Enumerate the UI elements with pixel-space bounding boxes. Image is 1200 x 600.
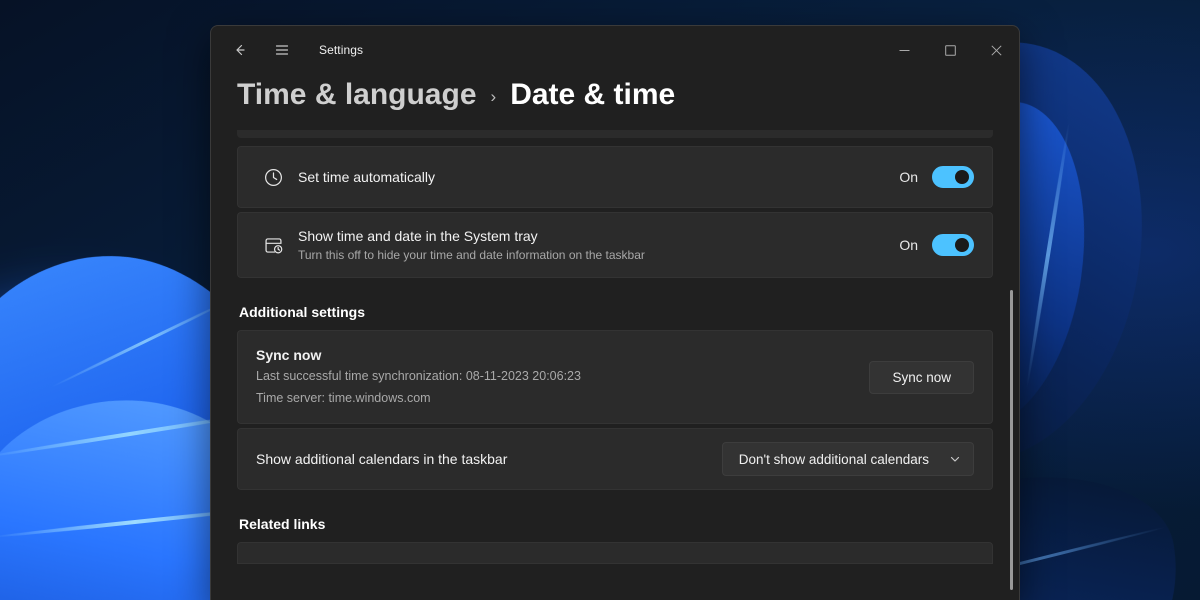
setting-title: Set time automatically [298, 168, 899, 187]
partial-card-above [237, 130, 993, 138]
sync-now-card: Sync now Last successful time synchroniz… [237, 330, 993, 424]
breadcrumb: Time & language › Date & time [211, 74, 1019, 130]
toggle-knob [955, 238, 969, 252]
app-title: Settings [319, 43, 363, 57]
additional-calendars-dropdown[interactable]: Don't show additional calendars [722, 442, 974, 476]
additional-calendars-label: Show additional calendars in the taskbar [256, 451, 507, 467]
toggle-state-label: On [899, 169, 918, 185]
toggle-show-time-system-tray[interactable] [932, 234, 974, 256]
sync-last-synchronization: Last successful time synchronization: 08… [256, 367, 869, 385]
toggle-state-label: On [899, 237, 918, 253]
setting-title: Show time and date in the System tray [298, 227, 899, 246]
toggle-knob [955, 170, 969, 184]
setting-subtitle: Turn this off to hide your time and date… [298, 247, 899, 264]
toggle-group: On [899, 234, 974, 256]
page-title: Date & time [510, 78, 675, 112]
back-arrow-icon[interactable] [223, 34, 257, 66]
window-controls [881, 26, 1019, 74]
breadcrumb-separator-icon: › [491, 87, 497, 107]
additional-calendars-row: Show additional calendars in the taskbar… [237, 428, 993, 490]
clock-icon [256, 167, 290, 188]
sync-title: Sync now [256, 347, 869, 363]
calendar-clock-icon [256, 235, 290, 256]
settings-content: Set time automatically On Show time [211, 130, 1019, 596]
sync-now-button[interactable]: Sync now [869, 361, 974, 394]
sync-time-server: Time server: time.windows.com [256, 389, 869, 407]
section-heading-related-links: Related links [239, 516, 993, 532]
hamburger-menu-icon[interactable] [265, 34, 299, 66]
chevron-down-icon [949, 453, 961, 465]
sync-info: Sync now Last successful time synchroniz… [256, 347, 869, 407]
content-scrollbar[interactable] [1010, 290, 1013, 590]
setting-row-text: Show time and date in the System tray Tu… [298, 227, 899, 264]
dropdown-selected-value: Don't show additional calendars [739, 452, 929, 467]
settings-window: Settings Time & language › Date & time [210, 25, 1020, 600]
title-bar: Settings [211, 26, 1019, 74]
minimize-icon[interactable] [881, 26, 927, 74]
setting-row-text: Set time automatically [298, 168, 899, 187]
toggle-group: On [899, 166, 974, 188]
close-icon[interactable] [973, 26, 1019, 74]
related-links-card[interactable] [237, 542, 993, 564]
breadcrumb-parent[interactable]: Time & language [237, 78, 477, 112]
setting-row-show-time-system-tray[interactable]: Show time and date in the System tray Tu… [237, 212, 993, 278]
toggle-set-time-automatically[interactable] [932, 166, 974, 188]
setting-row-set-time-automatically[interactable]: Set time automatically On [237, 146, 993, 208]
maximize-icon[interactable] [927, 26, 973, 74]
section-heading-additional-settings: Additional settings [239, 304, 993, 320]
